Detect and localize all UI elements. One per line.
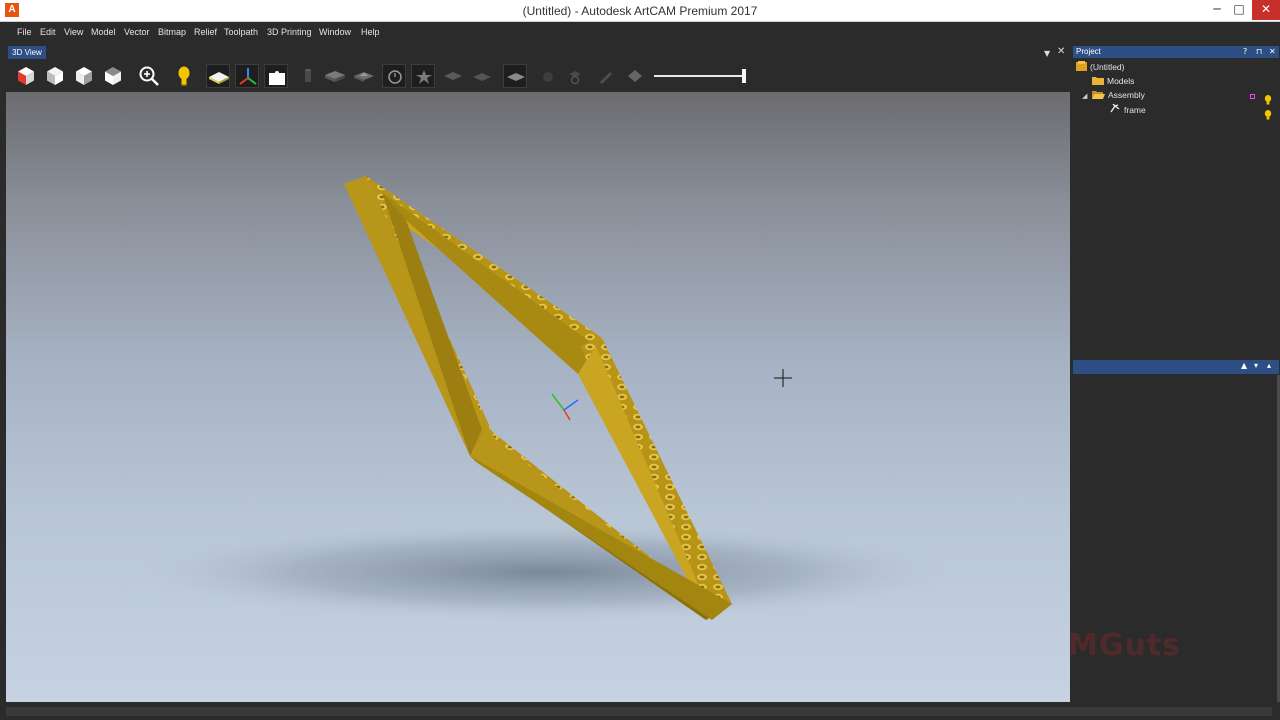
artcam-window: A (Untitled) - Autodesk ArtCAM Premium 2…: [0, 0, 1280, 720]
cylinder-icon[interactable]: [296, 64, 320, 88]
layer2-icon[interactable]: [470, 64, 494, 88]
menu-3d-printing[interactable]: 3D Printing: [267, 27, 312, 37]
lower-panel-home-button[interactable]: ▲: [1241, 361, 1247, 370]
panel-pin-button[interactable]: ⊓: [1256, 46, 1262, 58]
view-iso-icon[interactable]: [14, 64, 38, 88]
assembly-visibility-bulb-icon[interactable]: [1264, 90, 1272, 105]
maximize-button[interactable]: □: [1228, 0, 1250, 20]
watermark-logo: MGuts: [1068, 628, 1182, 663]
tree-item-assembly[interactable]: Assembly: [1092, 88, 1145, 102]
lower-panel-header: ▲ ▾ ▴: [1073, 360, 1279, 374]
minimize-button[interactable]: ─: [1206, 0, 1228, 20]
tree-item-models[interactable]: Models: [1092, 74, 1134, 88]
scene-canvas[interactable]: [6, 92, 1070, 702]
menu-file[interactable]: File: [17, 27, 32, 37]
view-dropdown-icon[interactable]: ▼: [1044, 49, 1050, 58]
tree-item-frame[interactable]: frame: [1110, 103, 1146, 117]
diamond-icon[interactable]: [623, 64, 647, 88]
relief-icon[interactable]: [352, 64, 376, 88]
ground-shadow: [126, 522, 966, 622]
axes-icon[interactable]: [235, 64, 259, 88]
status-bar: [0, 702, 1280, 720]
lower-panel-expand-button[interactable]: ▴: [1267, 361, 1271, 370]
pen-icon[interactable]: [592, 64, 616, 88]
tree-label-frame: frame: [1124, 105, 1146, 115]
project-panel-header: Project ? ⊓ ✕: [1073, 46, 1279, 58]
tree-label-models: Models: [1107, 76, 1135, 86]
model-icon: [1110, 103, 1121, 118]
view-front-icon[interactable]: [43, 64, 67, 88]
star-icon[interactable]: [411, 64, 435, 88]
lower-panel-collapse-button[interactable]: ▾: [1254, 361, 1258, 370]
tab-3d-view[interactable]: 3D View: [8, 46, 46, 59]
solid-icon[interactable]: [323, 64, 347, 88]
project-icon: [1076, 60, 1087, 75]
sphere-icon[interactable]: [536, 64, 560, 88]
menu-view[interactable]: View: [64, 27, 83, 37]
menu-vector[interactable]: Vector: [124, 27, 150, 37]
menu-toolpath[interactable]: Toolpath: [224, 27, 258, 37]
axis-gizmo: [551, 393, 579, 421]
panel-help-button[interactable]: ?: [1243, 46, 1247, 58]
view-side-icon[interactable]: [72, 64, 96, 88]
panel-close-button[interactable]: ✕: [1269, 46, 1276, 58]
tree-label-untitled: (Untitled): [1090, 62, 1125, 72]
menu-window[interactable]: Window: [319, 27, 351, 37]
menu-edit[interactable]: Edit: [40, 27, 56, 37]
view-close-icon[interactable]: ✕: [1057, 46, 1065, 57]
material-plane-icon[interactable]: [206, 64, 230, 88]
light-bulb-icon[interactable]: [172, 64, 196, 88]
menu-bar: File Edit View Model Vector Bitmap Relie…: [0, 22, 1280, 44]
menu-relief[interactable]: Relief: [194, 27, 217, 37]
project-panel-title: Project: [1076, 47, 1101, 56]
crosshair-cursor-icon: [774, 369, 792, 387]
folder-icon: [1092, 75, 1104, 89]
menu-help[interactable]: Help: [361, 27, 380, 37]
frame-visibility-bulb-icon[interactable]: [1264, 105, 1272, 120]
clock-view-icon[interactable]: [382, 64, 406, 88]
magnify-icon[interactable]: [563, 64, 587, 88]
window-title: (Untitled) - Autodesk ArtCAM Premium 201…: [522, 4, 758, 18]
zoom-icon[interactable]: [137, 64, 161, 88]
view-toolbar: [6, 60, 1070, 92]
tree-item-project[interactable]: (Untitled): [1076, 60, 1124, 74]
view-top-icon[interactable]: [101, 64, 125, 88]
assembly-color-swatch[interactable]: [1250, 94, 1255, 99]
3d-viewport[interactable]: [6, 92, 1070, 702]
view-slider-track[interactable]: [654, 75, 744, 77]
folder-open-icon: [1092, 89, 1105, 103]
menu-bitmap[interactable]: Bitmap: [158, 27, 186, 37]
layer-dark-icon[interactable]: [503, 64, 527, 88]
view-slider-thumb[interactable]: [742, 69, 746, 83]
tree-label-assembly: Assembly: [1108, 90, 1145, 100]
layer-icon[interactable]: [441, 64, 465, 88]
status-line: [6, 707, 1272, 716]
puzzle-icon[interactable]: [264, 64, 288, 88]
expand-assembly-icon[interactable]: ◢: [1082, 92, 1087, 100]
menu-model[interactable]: Model: [91, 27, 116, 37]
title-bar: A (Untitled) - Autodesk ArtCAM Premium 2…: [0, 0, 1280, 22]
project-panel: Project ? ⊓ ✕ (Untitled) Models ◢ Assemb…: [1072, 44, 1280, 702]
close-window-button[interactable]: ✕: [1252, 0, 1280, 20]
